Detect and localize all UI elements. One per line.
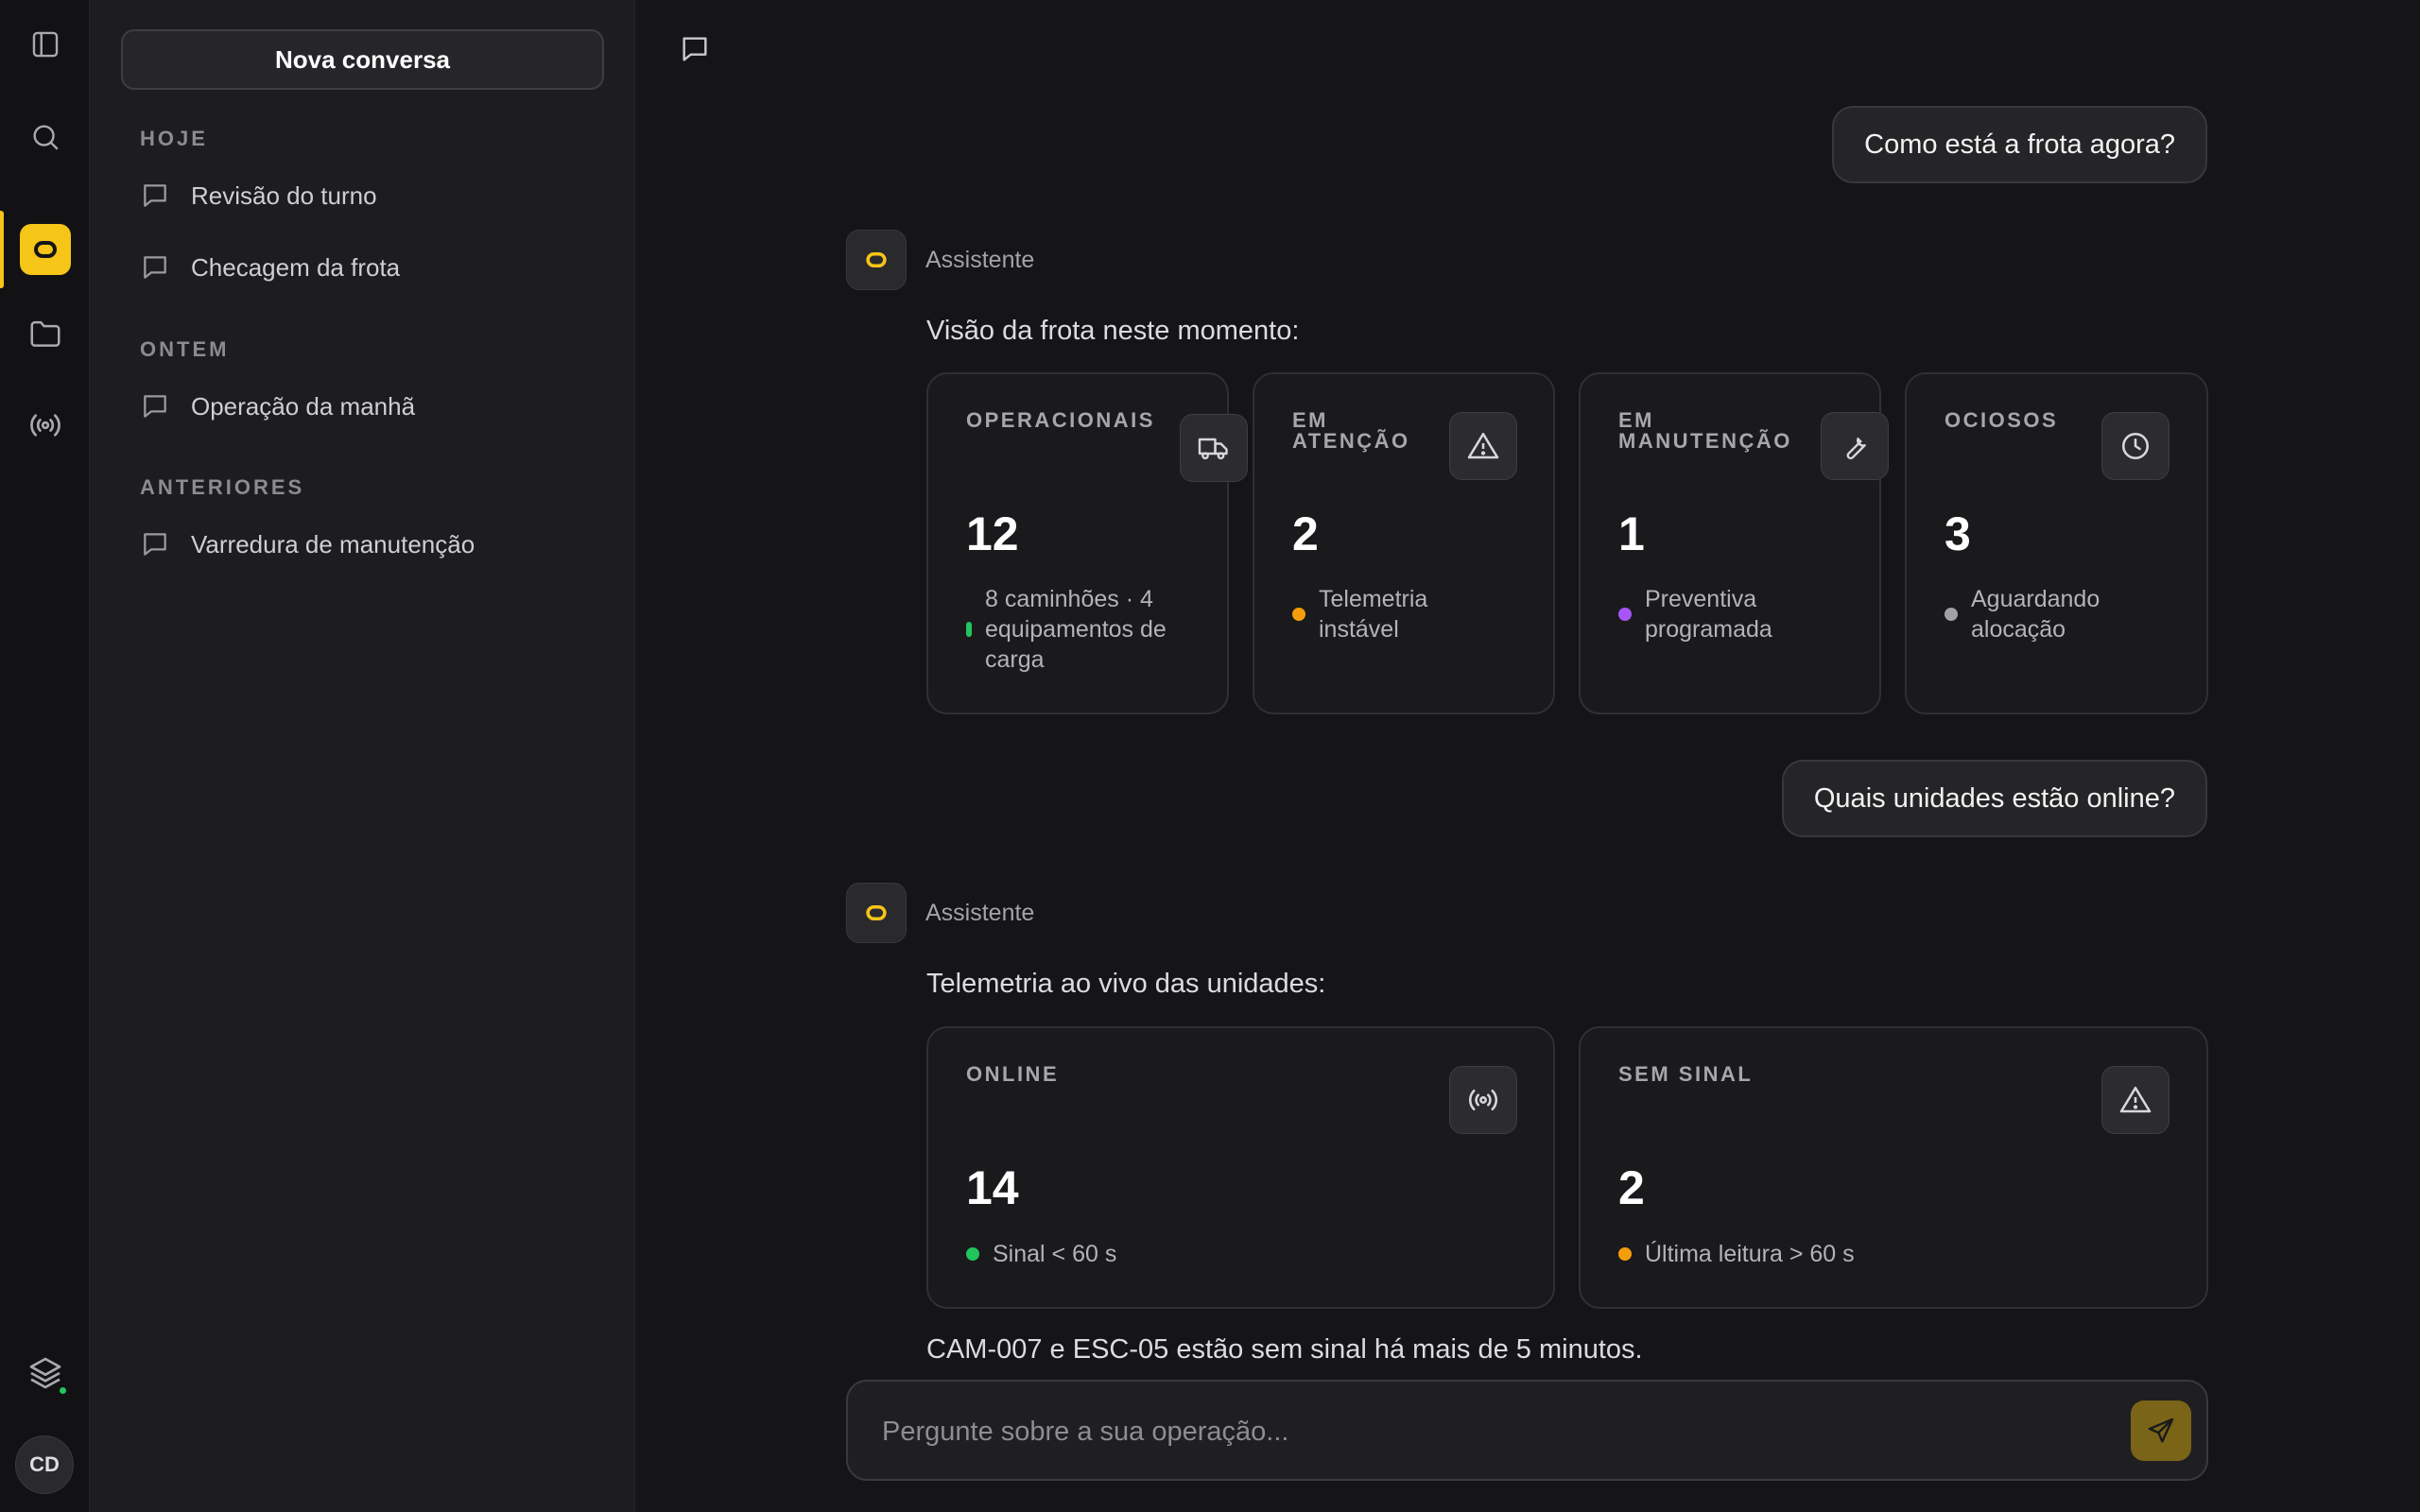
card-note-text: Preventiva programada (1645, 586, 1772, 643)
card-note: Aguardando alocação (1945, 584, 2152, 644)
card-value: 3 (1945, 507, 1971, 560)
truck-icon (1180, 414, 1248, 482)
user-message: Como está a frota agora? (1832, 106, 2207, 183)
sidebar-toggle-button[interactable] (0, 11, 90, 77)
chat-view-button[interactable] (679, 33, 711, 65)
layers-icon (26, 1354, 68, 1396)
section-label-previous: ANTERIORES (140, 475, 305, 499)
home-button[interactable] (0, 211, 90, 288)
conversation-sidebar: Nova conversa HOJE Revisão do turno Chec… (90, 0, 635, 1512)
assistant-footer-text: CAM-007 e ESC-05 estão sem sinal há mais… (926, 1334, 1643, 1365)
stat-card-no-signal: SEM SINAL 2 Última leitura > 60 s (1579, 1026, 2208, 1309)
chat-bubble-icon (140, 529, 170, 559)
broadcast-icon (27, 407, 63, 443)
new-chat-button[interactable]: Nova conversa (121, 29, 604, 90)
card-note-text: Última leitura > 60 s (1645, 1241, 1855, 1267)
message-composer (846, 1380, 2208, 1481)
status-dot (1618, 1247, 1632, 1261)
assistant-avatar (846, 230, 907, 290)
history-item-label: Varredura de manutenção (191, 529, 475, 558)
history-item[interactable]: Operação da manhã (140, 380, 594, 433)
assistant-intro: Telemetria ao vivo das unidades: (926, 969, 1326, 999)
history-item-label: Checagem da frota (191, 252, 401, 282)
card-note-text: 8 caminhões · 4 equipamentos de carga (985, 586, 1167, 673)
broadcast-icon (1449, 1066, 1517, 1134)
card-label: OCIOSOS (1945, 408, 2059, 432)
history-item[interactable]: Revisão do turno (140, 169, 594, 222)
logo-icon (19, 224, 71, 275)
card-note-text: Aguardando alocação (1971, 586, 2100, 643)
card-label: OPERACIONAIS (966, 408, 1155, 432)
card-value: 12 (966, 507, 1019, 560)
stat-card-maintenance: EM MANUTENÇÃO 1 Preventiva programada (1579, 372, 1889, 714)
folder-button[interactable] (0, 301, 90, 367)
card-label: ONLINE (966, 1062, 1060, 1086)
history-item-label: Operação da manhã (191, 391, 416, 421)
sidebar-toggle-icon (29, 28, 61, 60)
card-value: 2 (1618, 1161, 1645, 1214)
clock-icon (2101, 412, 2169, 480)
history-item[interactable]: Varredura de manutenção (140, 518, 594, 571)
card-note: 8 caminhões · 4 equipamentos de carga (966, 584, 1202, 675)
stat-card-operational: OPERACIONAIS 12 8 caminhões · 4 equipame… (926, 372, 1248, 714)
section-label-today: HOJE (140, 127, 208, 150)
assistant-name: Assistente (925, 899, 1035, 926)
message-input[interactable] (882, 1408, 2016, 1455)
search-button[interactable] (0, 104, 90, 170)
card-label: EM MANUTENÇÃO (1618, 408, 1792, 453)
folder-icon (27, 316, 63, 352)
warning-icon (2101, 1066, 2169, 1134)
chat-bubble-icon (140, 180, 170, 211)
card-note: Telemetria instável (1292, 584, 1500, 644)
status-dot (1618, 608, 1632, 621)
stat-card-online: ONLINE 14 Sinal < 60 s (926, 1026, 1555, 1309)
layers-button[interactable] (0, 1340, 90, 1406)
status-dot (966, 1247, 979, 1261)
telemetry-button[interactable] (0, 392, 90, 458)
stat-card-attention: EM ATENÇÃO 2 Telemetria instável (1253, 372, 1555, 714)
card-note: Sinal < 60 s (966, 1239, 1116, 1269)
section-label-yesterday: ONTEM (140, 337, 230, 361)
assistant-header: Assistente (846, 230, 1034, 290)
warning-icon (1449, 412, 1517, 480)
assistant-header: Assistente (846, 883, 1034, 943)
card-label: EM ATENÇÃO (1292, 408, 1410, 453)
user-message: Quais unidades estão online? (1781, 760, 2207, 837)
card-value: 2 (1292, 507, 1319, 560)
icon-rail: CD (0, 0, 90, 1512)
card-note: Preventiva programada (1618, 584, 1826, 644)
card-value: 14 (966, 1161, 1019, 1214)
online-status-dot (57, 1385, 68, 1396)
stat-card-idle: OCIOSOS 3 Aguardando alocação (1905, 372, 2208, 714)
card-label: SEM SINAL (1618, 1062, 1754, 1086)
send-icon (2146, 1416, 2176, 1446)
history-item[interactable]: Checagem da frota (140, 241, 594, 294)
assistant-name: Assistente (925, 246, 1035, 273)
status-dot (1292, 608, 1305, 621)
status-dot (1945, 608, 1958, 621)
assistant-intro: Visão da frota neste momento: (926, 316, 1300, 346)
wrench-icon (1821, 412, 1889, 480)
chat-bubble-icon (140, 252, 170, 283)
assistant-avatar (846, 883, 907, 943)
card-note: Última leitura > 60 s (1618, 1239, 1855, 1269)
card-value: 1 (1618, 507, 1645, 560)
card-note-text: Telemetria instável (1319, 586, 1428, 643)
status-dot (966, 622, 972, 637)
search-icon (29, 121, 61, 153)
avatar[interactable]: CD (15, 1435, 74, 1494)
history-item-label: Revisão do turno (191, 180, 377, 210)
chat-bubble-icon (679, 33, 711, 65)
send-button[interactable] (2131, 1400, 2191, 1461)
chat-bubble-icon (140, 391, 170, 421)
card-note-text: Sinal < 60 s (993, 1241, 1117, 1267)
